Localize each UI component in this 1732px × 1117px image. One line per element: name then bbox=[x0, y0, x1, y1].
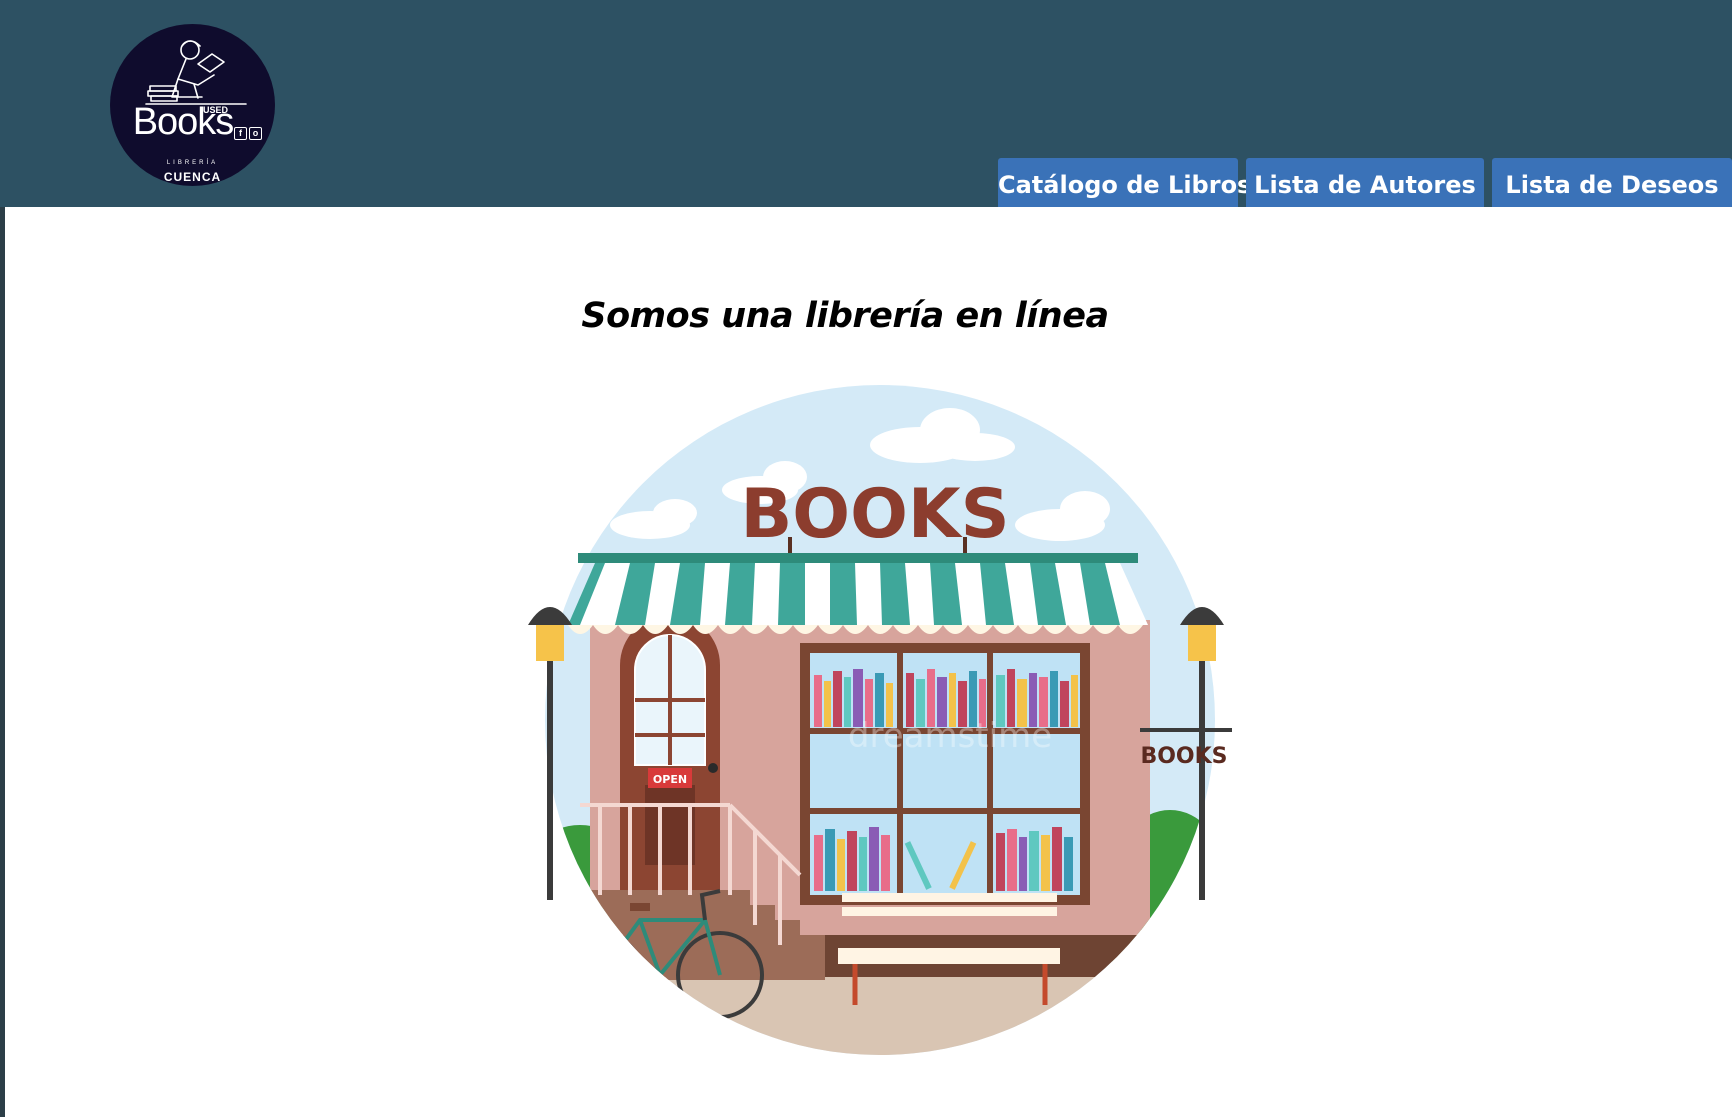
instagram-icon: o bbox=[249, 127, 262, 140]
site-logo[interactable]: USED Books f o LIBRERÍA CUENCA bbox=[110, 24, 275, 186]
door-panel bbox=[645, 785, 695, 865]
logo-libreria-label: LIBRERÍA bbox=[166, 160, 219, 166]
sidewalk bbox=[545, 975, 1215, 1055]
bookstore-illustration: OPEN dreamstime BOOKS BOOKS bbox=[528, 385, 1232, 1055]
open-sign-text: OPEN bbox=[653, 773, 687, 786]
tab-lista-deseos[interactable]: Lista de Deseos bbox=[1492, 158, 1732, 207]
tab-catalogo-libros[interactable]: Catálogo de Libros bbox=[998, 158, 1251, 207]
tab-lista-autores[interactable]: Lista de Autores bbox=[1246, 158, 1484, 207]
shop-sign: BOOKS bbox=[740, 475, 1009, 554]
hanging-sign: BOOKS bbox=[1140, 744, 1227, 769]
watermark: dreamstime bbox=[848, 716, 1052, 756]
site-header: USED Books f o LIBRERÍA CUENCA Catálogo … bbox=[0, 0, 1732, 207]
page-title: Somos una librería en línea bbox=[581, 296, 1109, 336]
shop-awning bbox=[568, 553, 1148, 634]
logo-brand-text: Books bbox=[132, 101, 235, 143]
logo-city-label: CUENCA bbox=[163, 170, 222, 184]
page-left-border bbox=[0, 207, 5, 1117]
logo-social-icons: f o bbox=[234, 127, 262, 140]
facebook-icon: f bbox=[234, 127, 247, 140]
